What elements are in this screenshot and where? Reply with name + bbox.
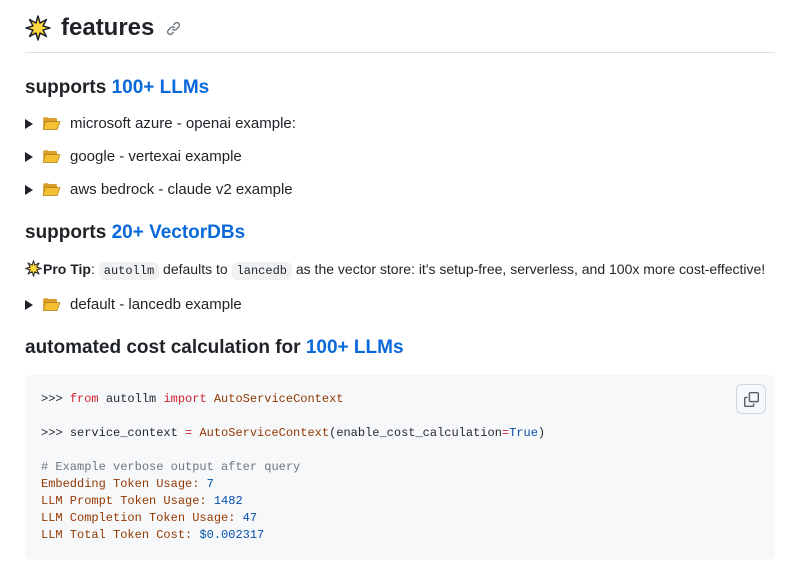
page-title: features: [25, 14, 775, 53]
open-folder-icon: [42, 297, 61, 312]
details-summary-azure[interactable]: microsoft azure - openai example:: [25, 115, 775, 132]
pro-tip-mid: defaults to: [159, 261, 231, 277]
copy-icon: [744, 392, 759, 407]
details-bedrock-example: aws bedrock - claude v2 example: [25, 181, 775, 198]
details-label: aws bedrock - claude v2 example: [70, 181, 293, 198]
readme-page: features supports 100+ LLMs microsoft az…: [0, 0, 800, 560]
section-heading-vectordbs: supports 20+ VectorDBs: [25, 222, 775, 244]
details-label: default - lancedb example: [70, 296, 242, 313]
triangle-right-icon: [25, 300, 33, 310]
open-folder-icon: [42, 182, 61, 197]
triangle-right-icon: [25, 119, 33, 129]
heading-text: automated cost calculation for: [25, 337, 306, 358]
code-content: >>> from autollm import AutoServiceConte…: [41, 391, 759, 544]
triangle-right-icon: [25, 152, 33, 162]
open-folder-icon: [42, 149, 61, 164]
section-heading-llms: supports 100+ LLMs: [25, 77, 775, 99]
llms-link[interactable]: 100+ LLMs: [112, 77, 210, 98]
details-summary-vertexai[interactable]: google - vertexai example: [25, 148, 775, 165]
link-icon[interactable]: [166, 21, 181, 36]
code-block: >>> from autollm import AutoServiceConte…: [25, 375, 775, 560]
details-label: microsoft azure - openai example:: [70, 115, 296, 132]
details-azure-example: microsoft azure - openai example:: [25, 115, 775, 132]
details-lancedb-example: default - lancedb example: [25, 296, 775, 313]
details-summary-bedrock[interactable]: aws bedrock - claude v2 example: [25, 181, 775, 198]
open-folder-icon: [42, 116, 61, 131]
pro-tip: Pro Tip: autollm defaults to lancedb as …: [25, 260, 775, 280]
heading-text: supports: [25, 222, 112, 243]
pro-tip-label: Pro Tip: [43, 261, 91, 277]
vectordbs-link[interactable]: 20+ VectorDBs: [112, 222, 246, 243]
section-heading-cost: automated cost calculation for 100+ LLMs: [25, 337, 775, 359]
inline-code-lancedb: lancedb: [232, 262, 292, 280]
collision-icon: [25, 15, 51, 41]
inline-code-autollm: autollm: [99, 262, 159, 280]
copy-button[interactable]: [736, 384, 766, 414]
pro-tip-sep: :: [91, 261, 99, 277]
collision-icon: [25, 260, 42, 280]
cost-llms-link[interactable]: 100+ LLMs: [306, 337, 404, 358]
heading-text: supports: [25, 77, 112, 98]
details-summary-lancedb[interactable]: default - lancedb example: [25, 296, 775, 313]
page-title-text: features: [61, 14, 154, 42]
details-vertexai-example: google - vertexai example: [25, 148, 775, 165]
details-label: google - vertexai example: [70, 148, 242, 165]
triangle-right-icon: [25, 185, 33, 195]
pro-tip-tail: as the vector store: it's setup-free, se…: [292, 261, 765, 277]
